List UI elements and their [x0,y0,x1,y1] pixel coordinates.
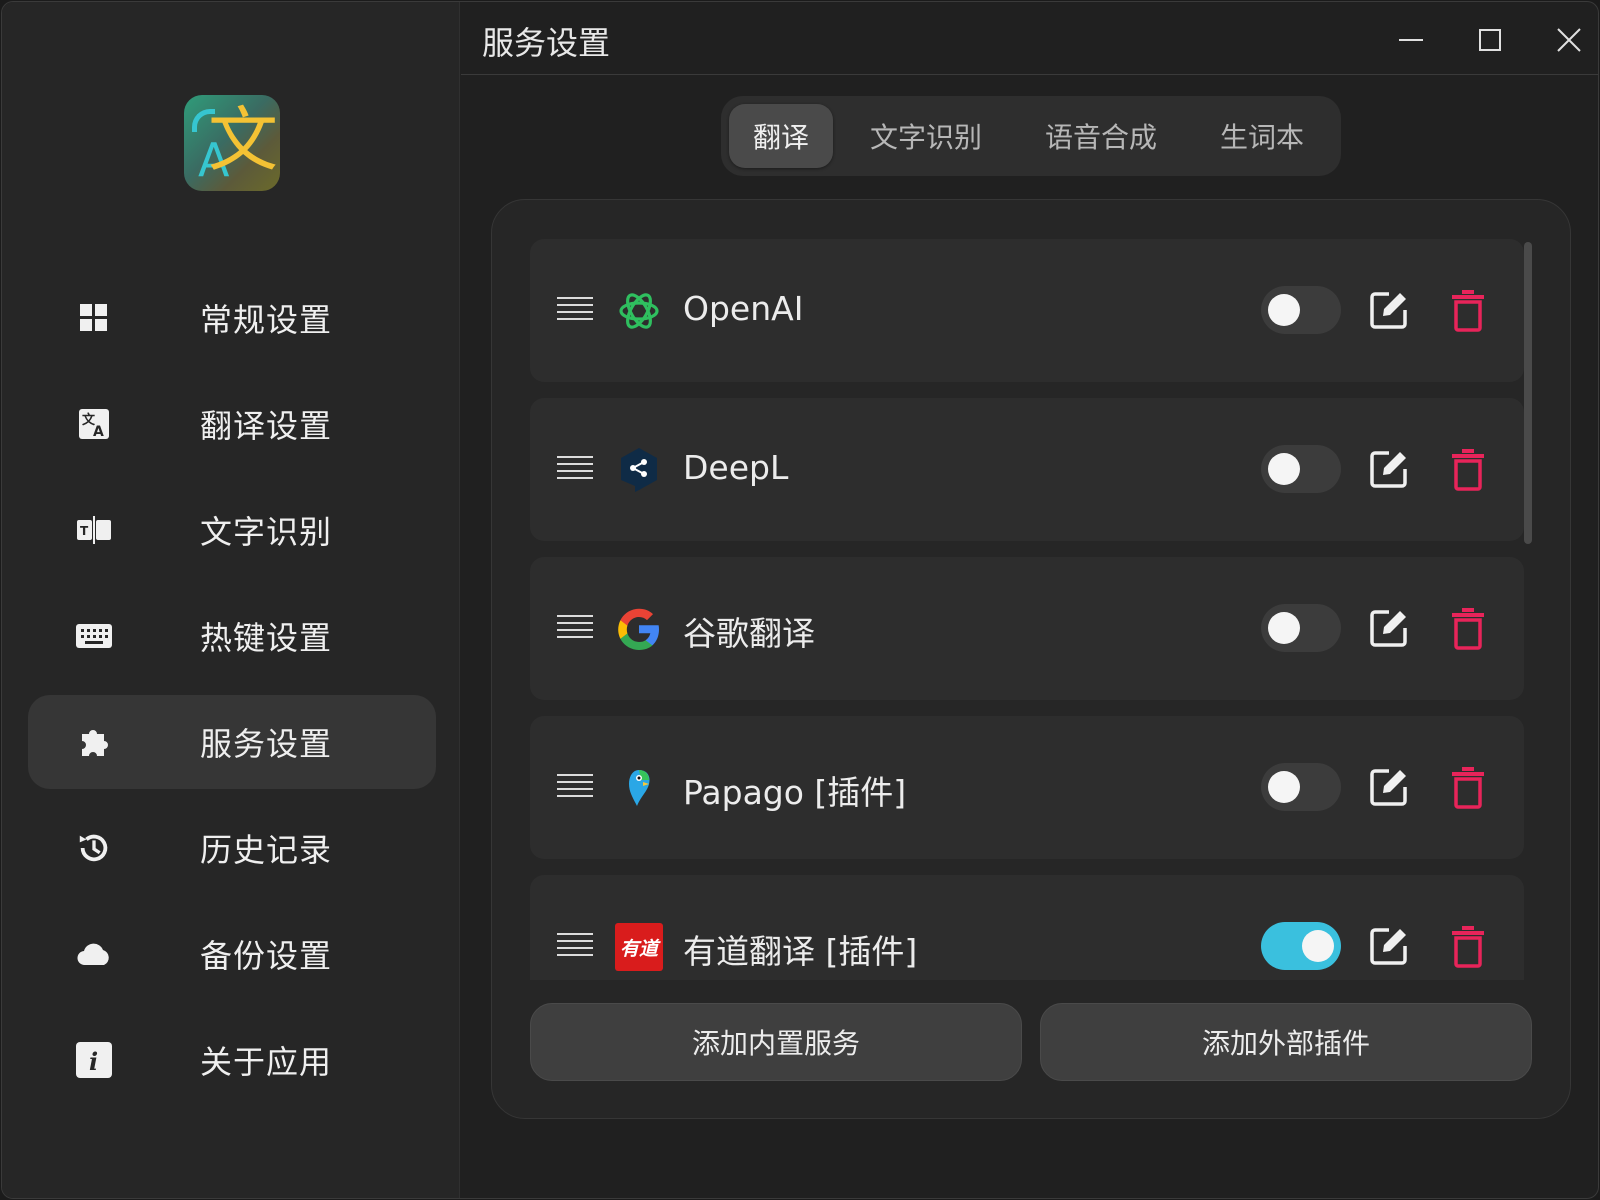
page-title: 服务设置 [482,24,611,62]
cloud-icon [76,936,112,972]
service-name: Papago [插件] [683,773,907,812]
maximize-button[interactable] [1470,20,1510,60]
title-bar: 服务设置 [461,2,1598,75]
sidebar-item-label: 文字识别 [200,513,333,551]
trash-icon [1452,449,1484,491]
minimize-button[interactable] [1391,20,1431,60]
app-logo: A 文 [184,95,280,191]
edit-button[interactable] [1367,447,1411,491]
youdao-icon: 有道 [615,923,663,971]
logo-main-glyph: 文 [208,99,278,181]
sidebar-item-label: 翻译设置 [200,407,333,445]
translate-icon: 文A [76,406,112,442]
service-tabs: 翻译 文字识别 语音合成 生词本 [721,96,1341,176]
edit-button[interactable] [1367,765,1411,809]
service-toggle[interactable] [1261,604,1341,652]
grid-icon [76,300,112,336]
delete-button[interactable] [1450,606,1486,650]
minimize-icon [1399,39,1423,41]
tab-ocr[interactable]: 文字识别 [851,104,1001,168]
tab-vocabulary[interactable]: 生词本 [1199,104,1325,168]
sidebar-item-general[interactable]: 常规设置 [28,271,436,365]
service-row-papago[interactable]: Papago [插件] [530,716,1524,859]
add-builtin-service-button[interactable]: 添加内置服务 [530,1003,1022,1081]
delete-button[interactable] [1450,288,1486,332]
app-window: A 文 常规设置 文A 翻译设置 T 文字识别 热键设置 服务设置 历史记录 备… [1,1,1599,1199]
service-list[interactable]: OpenAI DeepL 谷歌翻译 Papago [插件] 有道 有道翻译 [插… [530,239,1524,980]
delete-button[interactable] [1450,447,1486,491]
drag-handle-icon[interactable] [557,297,593,325]
drag-handle-icon[interactable] [557,774,593,802]
sidebar-item-history[interactable]: 历史记录 [28,801,436,895]
delete-button[interactable] [1450,765,1486,809]
service-toggle[interactable] [1261,445,1341,493]
trash-icon [1452,290,1484,332]
add-external-plugin-button[interactable]: 添加外部插件 [1040,1003,1532,1081]
ocr-icon: T [76,512,112,548]
service-toggle[interactable] [1261,922,1341,970]
puzzle-icon [76,724,112,760]
sidebar-item-about[interactable]: i 关于应用 [28,1013,436,1107]
trash-icon [1452,767,1484,809]
info-icon: i [76,1042,112,1078]
service-toggle[interactable] [1261,286,1341,334]
keyboard-icon [76,618,112,654]
edit-icon [1370,769,1407,806]
papago-icon [615,764,663,812]
sidebar-item-translate[interactable]: 文A 翻译设置 [28,377,436,471]
history-icon [76,830,112,866]
service-row-google[interactable]: 谷歌翻译 [530,557,1524,700]
sidebar-item-label: 常规设置 [200,301,333,339]
edit-button[interactable] [1367,288,1411,332]
service-name: 有道翻译 [插件] [683,932,918,971]
service-row-openai[interactable]: OpenAI [530,239,1524,382]
maximize-icon [1479,29,1501,51]
service-toggle[interactable] [1261,763,1341,811]
svg-text:i: i [89,1047,98,1076]
drag-handle-icon[interactable] [557,933,593,961]
sidebar-item-label: 关于应用 [200,1043,333,1081]
service-row-deepl[interactable]: DeepL [530,398,1524,541]
openai-icon [615,287,663,335]
svg-text:A: A [93,424,104,440]
edit-icon [1370,451,1407,488]
sidebar-item-label: 服务设置 [200,725,333,763]
service-name: 谷歌翻译 [683,614,815,653]
sidebar: A 文 常规设置 文A 翻译设置 T 文字识别 热键设置 服务设置 历史记录 备… [2,2,460,1198]
sidebar-item-label: 热键设置 [200,619,333,657]
drag-handle-icon[interactable] [557,615,593,643]
edit-button[interactable] [1367,606,1411,650]
sidebar-item-backup[interactable]: 备份设置 [28,907,436,1001]
trash-icon [1452,608,1484,650]
edit-icon [1370,610,1407,647]
scrollbar[interactable] [1524,242,1532,544]
sidebar-item-label: 历史记录 [200,831,333,869]
google-icon [615,605,663,653]
edit-icon [1370,292,1407,329]
close-button[interactable] [1549,20,1589,60]
service-row-youdao[interactable]: 有道 有道翻译 [插件] [530,875,1524,980]
tab-tts[interactable]: 语音合成 [1021,104,1181,168]
edit-icon [1370,928,1407,965]
trash-icon [1452,926,1484,968]
close-icon [1557,28,1581,52]
delete-button[interactable] [1450,924,1486,968]
sidebar-item-hotkey[interactable]: 热键设置 [28,589,436,683]
sidebar-item-services[interactable]: 服务设置 [28,695,436,789]
sidebar-item-label: 备份设置 [200,937,333,975]
tab-translate[interactable]: 翻译 [729,104,833,168]
svg-text:T: T [80,524,89,538]
edit-button[interactable] [1367,924,1411,968]
youdao-logo-text: 有道 [615,923,663,971]
service-name: DeepL [683,448,789,487]
service-name: OpenAI [683,289,804,328]
sidebar-nav: 常规设置 文A 翻译设置 T 文字识别 热键设置 服务设置 历史记录 备份设置 … [28,271,436,1119]
sidebar-item-ocr[interactable]: T 文字识别 [28,483,436,577]
service-panel: OpenAI DeepL 谷歌翻译 Papago [插件] 有道 有道翻译 [插… [491,199,1571,1119]
deepl-icon [615,446,663,494]
drag-handle-icon[interactable] [557,456,593,484]
